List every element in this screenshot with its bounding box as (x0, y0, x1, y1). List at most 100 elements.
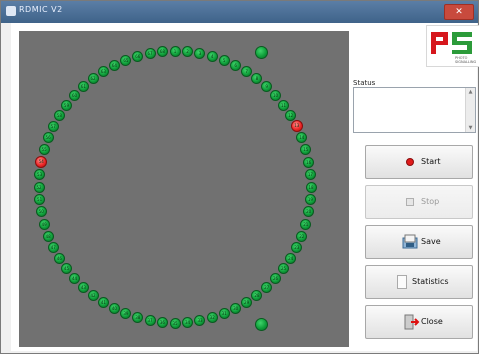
led-label: 2 (186, 49, 189, 55)
led: 62 (87, 72, 99, 84)
led: 38 (132, 312, 144, 324)
led: 68 (156, 46, 168, 58)
led-label: 29 (244, 300, 250, 306)
led: 40 (108, 303, 120, 315)
led: 57 (47, 120, 59, 132)
led-label: 23 (294, 245, 300, 251)
led-label: 33 (197, 318, 203, 324)
led-label: 15 (303, 147, 309, 153)
led: 4 (206, 50, 218, 62)
led-label: 10 (272, 92, 279, 98)
led-label: 48 (45, 233, 51, 239)
statistics-button-label: Statistics (412, 277, 449, 286)
led: 34 (182, 316, 194, 328)
close-button-label: Close (421, 317, 443, 326)
led-label: 17 (307, 171, 313, 177)
led: 47 (47, 242, 59, 254)
led: 45 (60, 263, 72, 275)
led: 32 (206, 312, 218, 324)
led-label: 24 (288, 256, 294, 262)
led-label: 56 (45, 135, 51, 141)
scroll-up-icon[interactable]: ▲ (467, 89, 474, 95)
led-label: 34 (185, 319, 191, 325)
scroll-down-icon[interactable]: ▼ (467, 125, 474, 131)
led: 21 (300, 218, 312, 230)
reference-marker-top (255, 46, 268, 59)
led-label: 44 (71, 276, 78, 282)
led: 64 (108, 59, 120, 71)
led: 6 (230, 59, 242, 71)
led-label: 25 (280, 266, 287, 272)
save-button-label: Save (421, 237, 441, 246)
led-label: 14 (299, 135, 305, 141)
led-label: 9 (265, 83, 268, 89)
led: 63 (97, 65, 109, 77)
led: 28 (251, 290, 263, 302)
logo: PHOTO SIGNALLING (426, 25, 479, 67)
led: 16 (303, 156, 315, 168)
led-label: 11 (280, 102, 287, 108)
led: 8 (251, 72, 263, 84)
led-label: 38 (135, 315, 141, 321)
led: 7 (241, 65, 253, 77)
window-close-button[interactable]: ✕ (444, 4, 474, 20)
led: 19 (304, 194, 316, 206)
led-label: 37 (147, 318, 153, 324)
led-label: 45 (63, 266, 70, 272)
led-label: 36 (159, 319, 165, 325)
statistics-button[interactable]: Statistics (365, 265, 473, 299)
led-label: 13 (294, 123, 300, 129)
led: 59 (60, 99, 72, 111)
led: 56 (42, 132, 54, 144)
led-label: 41 (100, 300, 106, 306)
status-scrollbar[interactable]: ▲ ▼ (465, 88, 475, 132)
led: 60 (68, 89, 80, 101)
status-label: Status (353, 79, 376, 87)
stop-button[interactable]: Stop (365, 185, 473, 219)
close-button[interactable]: Close (365, 305, 473, 339)
led-label: 19 (307, 197, 313, 203)
led-label: 47 (50, 245, 56, 251)
save-button[interactable]: Save (365, 225, 473, 259)
led-label: 67 (147, 50, 153, 56)
led-label: 53 (37, 171, 43, 177)
led-label: 54 (38, 159, 44, 164)
logo-line2: SIGNALLING (455, 60, 477, 64)
led: 44 (68, 273, 80, 285)
start-button[interactable]: Start (365, 145, 473, 179)
led: 43 (77, 282, 89, 293)
led-label: 46 (56, 256, 62, 262)
led-label: 63 (100, 68, 106, 74)
title-bar[interactable]: RDMIC V2 ✕ (1, 1, 478, 23)
status-textbox[interactable]: ▲ ▼ (353, 87, 476, 133)
ps-logo-icon: PHOTO SIGNALLING (431, 32, 477, 64)
led: 15 (300, 144, 312, 156)
led-label: 27 (264, 285, 270, 290)
led-label: 8 (255, 75, 259, 81)
led-label: 59 (63, 102, 70, 108)
led: 65 (120, 54, 132, 66)
stop-icon (406, 198, 414, 206)
led: 31 (218, 308, 230, 320)
led-label: 68 (159, 49, 165, 55)
start-button-label: Start (421, 157, 441, 166)
led-label: 3 (198, 50, 202, 56)
led: 37 (144, 315, 156, 327)
led-label: 65 (123, 57, 129, 63)
led-label: 39 (123, 311, 129, 317)
led-label: 5 (222, 57, 226, 63)
led: 2 (182, 46, 194, 58)
save-icon (402, 234, 418, 252)
led-ring-panel: 1 2 3 4 5 6 7 8 9 10 11 12 13 14 15 16 17 18 19 20 21 22 23 24 2… (19, 31, 349, 347)
led-label: 28 (254, 293, 260, 299)
led-label: 4 (210, 53, 214, 59)
app-icon (6, 6, 16, 16)
led-alarm: 13 (290, 120, 303, 133)
led: 36 (156, 316, 168, 328)
led: 17 (304, 168, 316, 180)
led: 3 (194, 47, 206, 59)
led: 46 (53, 253, 65, 265)
led-label: 40 (111, 306, 117, 312)
led: 18 (305, 181, 317, 193)
led: 67 (144, 47, 156, 59)
